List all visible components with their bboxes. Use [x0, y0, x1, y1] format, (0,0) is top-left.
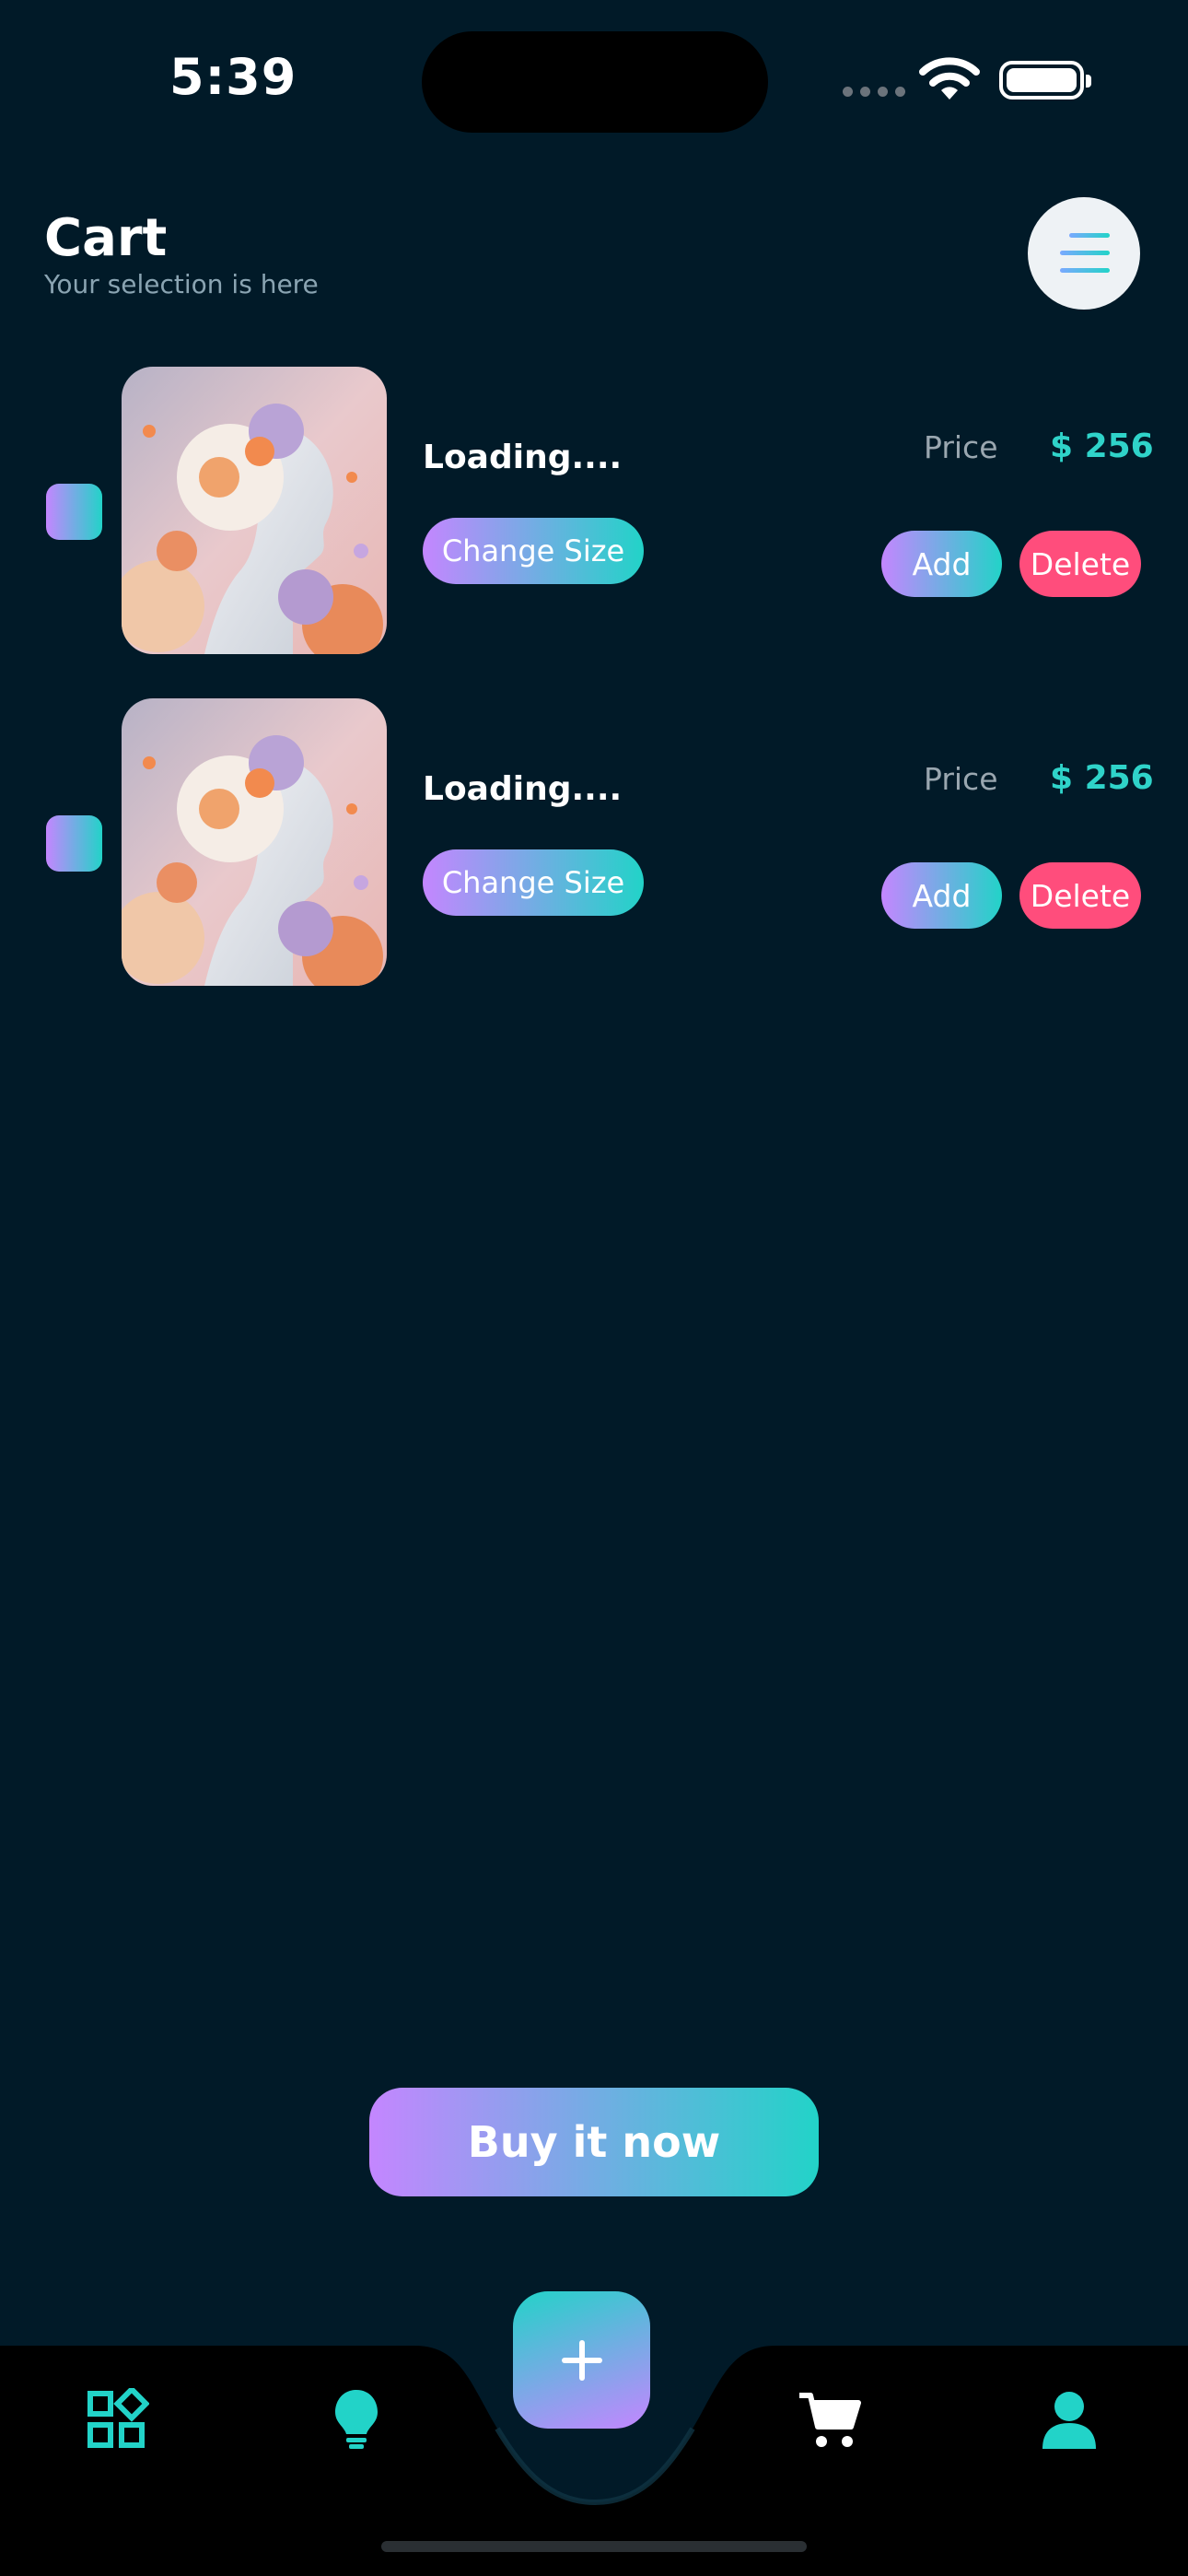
- page-title: Cart: [44, 208, 168, 268]
- menu-icon: [1060, 233, 1110, 273]
- dynamic-island: [422, 31, 768, 133]
- item-checkbox[interactable]: [46, 484, 102, 540]
- change-size-button[interactable]: Change Size: [423, 518, 644, 584]
- product-image[interactable]: [122, 367, 387, 654]
- user-icon[interactable]: [1037, 2388, 1101, 2453]
- delete-button[interactable]: Delete: [1019, 862, 1141, 929]
- delete-button[interactable]: Delete: [1019, 531, 1141, 597]
- cart-icon[interactable]: [798, 2388, 862, 2453]
- item-name: Loading....: [423, 439, 623, 476]
- cart-item: Loading.... Change Size Price $ 256 Add …: [0, 698, 1188, 993]
- grid-icon[interactable]: [85, 2388, 149, 2453]
- add-fab-button[interactable]: [513, 2291, 650, 2429]
- cellular-signal-icon: [843, 87, 905, 97]
- price-value: $ 256: [1050, 759, 1154, 797]
- add-button[interactable]: Add: [881, 531, 1002, 597]
- item-checkbox[interactable]: [46, 815, 102, 872]
- price-label: Price: [924, 429, 998, 465]
- home-indicator: [381, 2541, 807, 2552]
- product-image[interactable]: [122, 698, 387, 986]
- price-label: Price: [924, 761, 998, 797]
- cart-item: Loading.... Change Size Price $ 256 Add …: [0, 367, 1188, 662]
- status-time: 5:39: [169, 48, 297, 106]
- menu-button[interactable]: [1028, 197, 1140, 310]
- item-name: Loading....: [423, 770, 623, 808]
- price-value: $ 256: [1050, 427, 1154, 465]
- buy-now-button[interactable]: Buy it now: [369, 2088, 819, 2196]
- wifi-icon: [919, 57, 980, 100]
- page-subtitle: Your selection is here: [44, 269, 319, 299]
- add-button[interactable]: Add: [881, 862, 1002, 929]
- battery-icon: [999, 61, 1091, 100]
- bulb-icon[interactable]: [324, 2386, 389, 2451]
- plus-icon: [561, 2339, 602, 2381]
- change-size-button[interactable]: Change Size: [423, 849, 644, 916]
